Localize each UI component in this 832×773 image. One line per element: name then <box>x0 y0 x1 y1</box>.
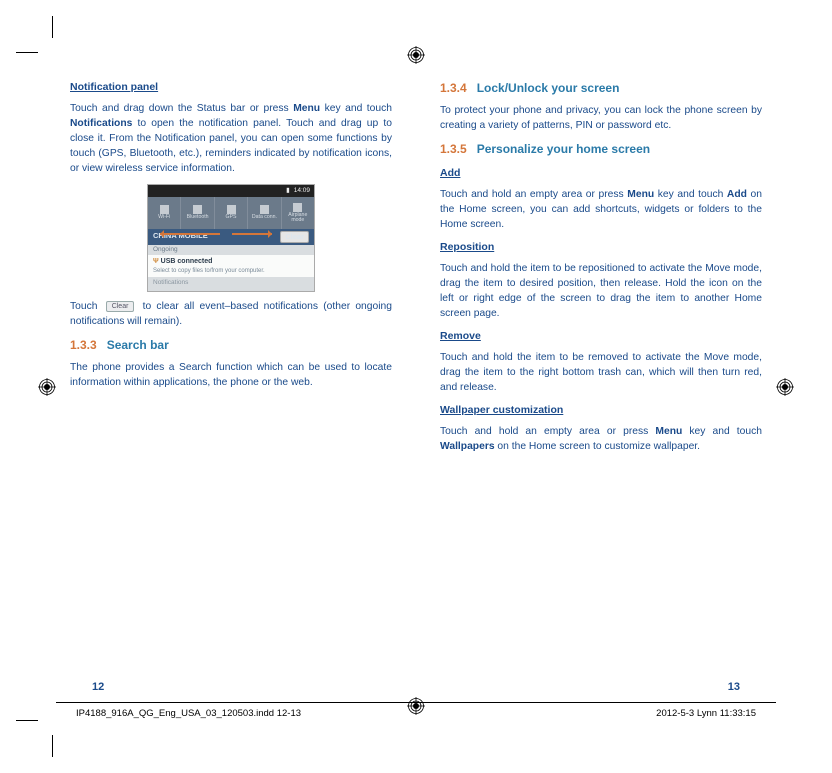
heading-remove: Remove <box>440 329 762 344</box>
paragraph: The phone provides a Search function whi… <box>70 361 392 391</box>
qs-data: Data conn. <box>248 197 281 229</box>
clear-button-inline: Clear <box>106 301 135 312</box>
usb-icon: Ψ <box>153 258 159 265</box>
heading-1-3-5: 1.3.5Personalize your home screen <box>440 141 762 158</box>
registration-mark-icon <box>407 697 425 715</box>
paragraph: To protect your phone and privacy, you c… <box>440 104 762 134</box>
airplane-icon <box>293 203 302 212</box>
heading-1-3-3: 1.3.3Search bar <box>70 337 392 354</box>
bluetooth-icon <box>193 205 202 214</box>
crop-mark <box>52 735 53 757</box>
heading-notification-panel: Notification panel <box>70 80 392 95</box>
paragraph: Touch and hold the item to be reposition… <box>440 262 762 322</box>
carrier-row: CHINA MOBILE Clear <box>148 229 314 245</box>
footer-timestamp: 2012-5-3 Lynn 11:33:15 <box>656 708 756 719</box>
screenshot: ▮ 14:09 Wi-Fi Bluetooth GPS Data conn. A… <box>147 184 315 292</box>
registration-mark-icon <box>38 378 56 396</box>
qs-airplane: Airplane mode <box>282 197 314 229</box>
heading-add: Add <box>440 166 762 181</box>
paragraph: Touch and hold an empty area or press Me… <box>440 188 762 233</box>
heading-reposition: Reposition <box>440 240 762 255</box>
notifications-label: Notifications <box>153 278 188 287</box>
paragraph: Touch Clear to clear all event–based not… <box>70 300 392 330</box>
qs-bluetooth: Bluetooth <box>181 197 214 229</box>
paragraph: Touch and hold the item to be removed to… <box>440 351 762 396</box>
crop-mark <box>16 720 38 721</box>
footer-filename: IP4188_916A_QG_Eng_USA_03_120503.indd 12… <box>76 708 301 719</box>
registration-mark-icon <box>407 46 425 64</box>
print-page: Notification panel Touch and drag down t… <box>18 18 814 755</box>
qs-gps: GPS <box>215 197 248 229</box>
crop-mark <box>16 52 38 53</box>
battery-icon: ▮ <box>286 186 290 195</box>
clear-button: Clear <box>280 231 309 244</box>
crop-mark <box>52 16 53 38</box>
page-number-left: 12 <box>92 681 104 693</box>
status-time: 14:09 <box>294 186 310 195</box>
page-spread: Notification panel Touch and drag down t… <box>70 80 762 462</box>
ongoing-label: Ongoing <box>153 245 178 254</box>
page-number-right: 13 <box>728 681 740 693</box>
heading-1-3-4: 1.3.4Lock/Unlock your screen <box>440 80 762 97</box>
usb-notification: ΨUSB connected Select to copy files to/f… <box>148 255 314 277</box>
qs-wifi: Wi-Fi <box>148 197 181 229</box>
paragraph: Touch and hold an empty area or press Me… <box>440 425 762 455</box>
gps-icon <box>227 205 236 214</box>
page-left: Notification panel Touch and drag down t… <box>70 80 392 462</box>
wifi-icon <box>160 205 169 214</box>
paragraph: Touch and drag down the Status bar or pr… <box>70 102 392 177</box>
status-bar: ▮ 14:09 <box>148 185 314 197</box>
heading-wallpaper: Wallpaper customization <box>440 403 762 418</box>
arrow-left-icon <box>160 233 220 235</box>
quick-settings-row: Wi-Fi Bluetooth GPS Data conn. Airplane … <box>148 197 314 229</box>
page-right: 1.3.4Lock/Unlock your screen To protect … <box>440 80 762 462</box>
figure-notification-panel: ▮ 14:09 Wi-Fi Bluetooth GPS Data conn. A… <box>147 184 315 292</box>
arrow-right-icon <box>232 233 272 235</box>
data-icon <box>260 205 269 214</box>
registration-mark-icon <box>776 378 794 396</box>
